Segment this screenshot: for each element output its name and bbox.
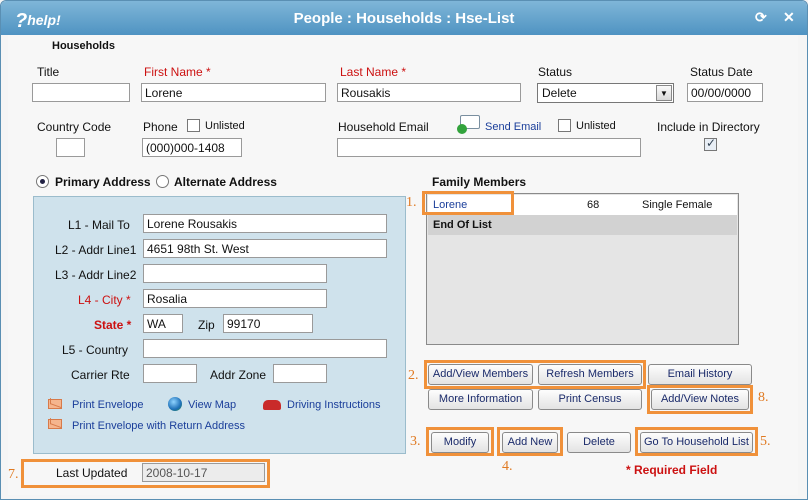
household-email-label: Household Email bbox=[338, 120, 429, 134]
primary-address-radio[interactable] bbox=[36, 175, 49, 188]
last-name-label: Last Name * bbox=[340, 65, 407, 79]
member-status: Single Female bbox=[642, 199, 713, 211]
print-census-button[interactable]: Print Census bbox=[538, 389, 642, 410]
phone-input[interactable]: (000)000-1408 bbox=[142, 138, 242, 157]
alternate-address-label: Alternate Address bbox=[174, 175, 277, 189]
country-code-input[interactable] bbox=[56, 138, 85, 157]
title-input[interactable] bbox=[32, 83, 130, 102]
driving-instructions-link[interactable]: Driving Instructions bbox=[287, 399, 381, 411]
callout-1: 1. bbox=[406, 195, 417, 210]
required-field-note: * Required Field bbox=[626, 463, 718, 477]
household-email-input[interactable] bbox=[337, 138, 641, 157]
callout-box-5 bbox=[635, 427, 758, 456]
status-value: Delete bbox=[542, 86, 577, 100]
l4-label: L4 - City * bbox=[78, 293, 131, 307]
car-icon bbox=[263, 400, 281, 410]
family-members-title: Family Members bbox=[432, 175, 527, 189]
title-label: Title bbox=[37, 65, 60, 79]
envelope-return-icon bbox=[48, 419, 62, 429]
callout-box-3 bbox=[426, 427, 494, 456]
alternate-address-radio[interactable] bbox=[156, 175, 169, 188]
status-label: Status bbox=[538, 65, 573, 79]
phone-label: Phone bbox=[143, 120, 178, 134]
l1-input[interactable]: Lorene Rousakis bbox=[143, 214, 387, 233]
envelope-icon bbox=[48, 399, 62, 409]
delete-button[interactable]: Delete bbox=[567, 432, 631, 453]
callout-3: 3. bbox=[410, 434, 421, 449]
callout-2: 2. bbox=[408, 368, 419, 383]
l2-input[interactable]: 4651 98th St. West bbox=[143, 239, 387, 258]
more-information-button[interactable]: More Information bbox=[428, 389, 533, 410]
print-envelope-return-link[interactable]: Print Envelope with Return Address bbox=[72, 420, 245, 432]
callout-8: 8. bbox=[758, 390, 769, 405]
email-unlisted-label: Unlisted bbox=[576, 120, 616, 132]
member-age: 68 bbox=[587, 199, 600, 211]
state-input[interactable]: WA bbox=[143, 314, 183, 333]
status-date-input[interactable]: 00/00/0000 bbox=[687, 83, 763, 102]
callout-box-1 bbox=[422, 191, 514, 215]
callout-box-4 bbox=[497, 427, 563, 456]
l2-label: L2 - Addr Line1 bbox=[55, 243, 137, 257]
callout-4: 4. bbox=[502, 459, 513, 474]
callout-5: 5. bbox=[760, 434, 771, 449]
callout-box-2 bbox=[424, 360, 646, 389]
l3-label: L3 - Addr Line2 bbox=[55, 268, 137, 282]
l5-label: L5 - Country bbox=[62, 343, 129, 357]
status-date-label: Status Date bbox=[690, 65, 753, 79]
addr-zone-input[interactable] bbox=[273, 364, 327, 383]
address-panel: L1 - Mail To Lorene Rousakis L2 - Addr L… bbox=[33, 196, 406, 454]
phone-unlisted-label: Unlisted bbox=[205, 120, 245, 132]
callout-7: 7. bbox=[8, 467, 19, 482]
include-directory-checkbox[interactable] bbox=[704, 136, 717, 151]
send-email-icon[interactable] bbox=[457, 115, 480, 134]
globe-icon bbox=[168, 397, 182, 411]
addr-zone-label: Addr Zone bbox=[210, 368, 267, 382]
refresh-icon[interactable]: ⟳ bbox=[755, 9, 767, 26]
phone-unlisted-checkbox[interactable] bbox=[187, 119, 200, 132]
window-title: People : Households : Hse-List bbox=[293, 10, 515, 27]
last-updated-input: 2008-10-17 bbox=[142, 463, 265, 482]
view-map-link[interactable]: View Map bbox=[188, 399, 236, 411]
email-unlisted-checkbox[interactable] bbox=[558, 119, 571, 132]
include-directory-label: Include in Directory bbox=[657, 120, 760, 134]
end-of-list: End Of List bbox=[433, 219, 492, 231]
status-select[interactable]: Delete ▼ bbox=[537, 83, 674, 103]
chevron-down-icon[interactable]: ▼ bbox=[656, 85, 672, 101]
section-title: Households bbox=[52, 40, 115, 52]
close-icon[interactable]: ✕ bbox=[783, 9, 795, 26]
zip-label: Zip bbox=[198, 318, 215, 332]
country-code-label: Country Code bbox=[37, 120, 112, 134]
l3-input[interactable] bbox=[143, 264, 327, 283]
country-input[interactable] bbox=[143, 339, 387, 358]
callout-box-8 bbox=[647, 385, 753, 414]
last-name-input[interactable]: Rousakis bbox=[337, 83, 521, 102]
carrier-rte-input[interactable] bbox=[143, 364, 197, 383]
title-bar: ?help! People : Households : Hse-List ⟳ … bbox=[1, 1, 807, 35]
primary-address-label: Primary Address bbox=[55, 175, 151, 189]
l1-label: L1 - Mail To bbox=[68, 218, 130, 232]
send-email-link[interactable]: Send Email bbox=[485, 121, 541, 133]
city-input[interactable]: Rosalia bbox=[143, 289, 327, 308]
last-updated-label: Last Updated bbox=[56, 466, 128, 480]
state-label: State * bbox=[94, 318, 132, 332]
main-content: Households Title First Name * Lorene Las… bbox=[8, 35, 798, 495]
zip-input[interactable]: 99170 bbox=[223, 314, 313, 333]
family-members-list: Lorene 68 Single Female End Of List bbox=[426, 193, 739, 345]
email-history-button[interactable]: Email History bbox=[648, 364, 752, 385]
first-name-label: First Name * bbox=[144, 65, 211, 79]
list-item: End Of List bbox=[428, 215, 737, 235]
carrier-rte-label: Carrier Rte bbox=[71, 368, 130, 382]
first-name-input[interactable]: Lorene bbox=[141, 83, 326, 102]
window: ?help! People : Households : Hse-List ⟳ … bbox=[0, 0, 808, 500]
print-envelope-link[interactable]: Print Envelope bbox=[72, 399, 144, 411]
